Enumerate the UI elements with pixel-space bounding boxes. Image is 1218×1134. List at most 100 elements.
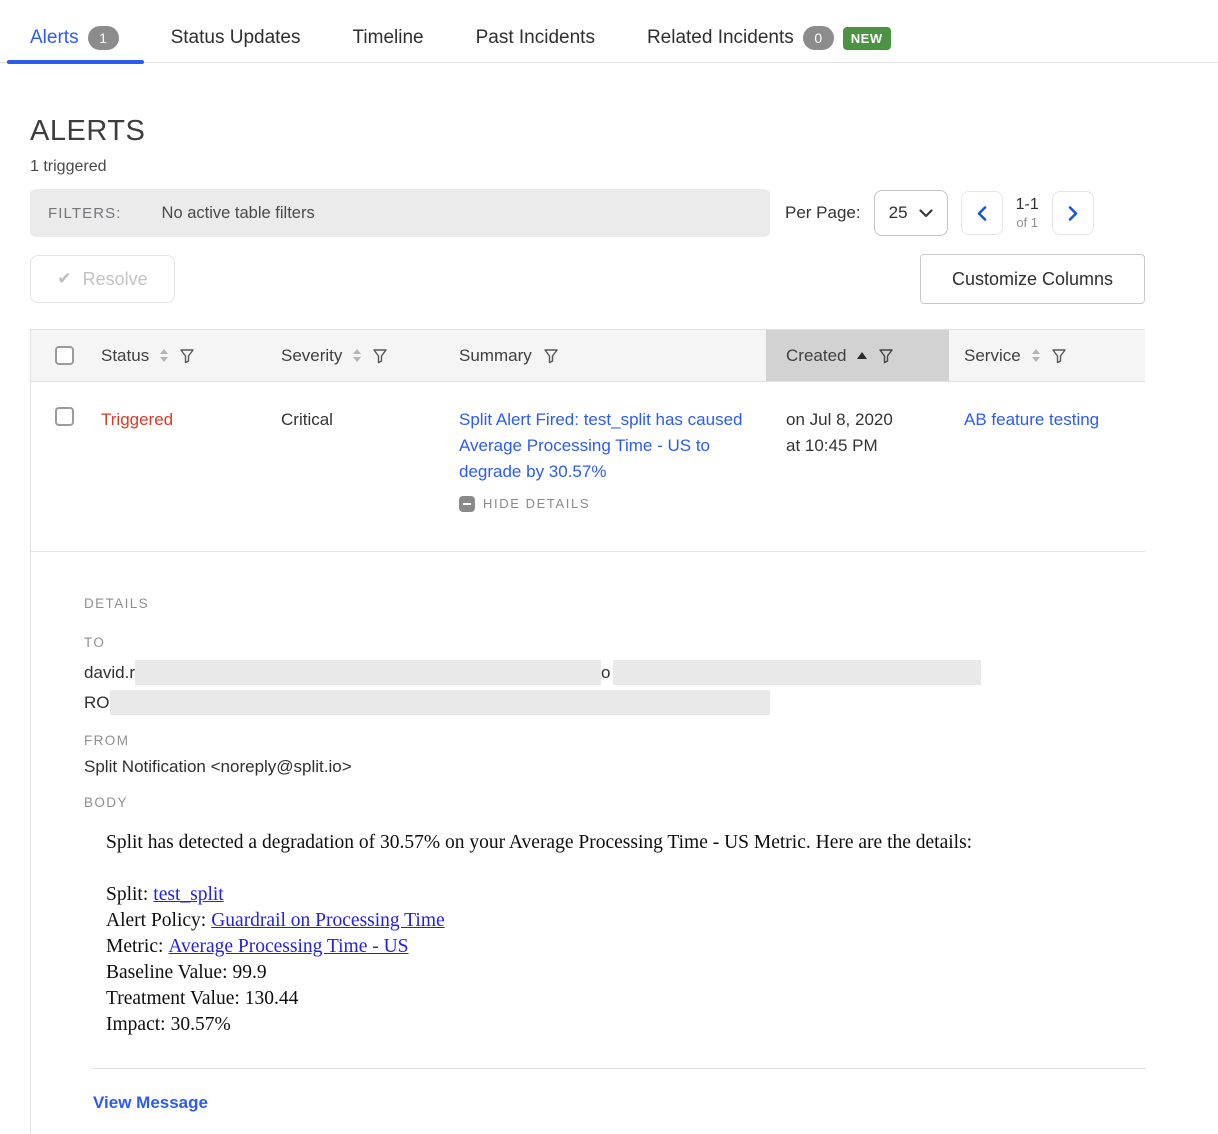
created-value: on Jul 8, 2020 at 10:45 PM	[766, 407, 949, 517]
alert-table-row: Triggered Critical Split Alert Fired: te…	[31, 382, 1145, 552]
summary-column-label: Summary	[459, 346, 532, 366]
checkmark-icon: ✔	[57, 269, 71, 289]
chevron-down-icon	[919, 209, 933, 218]
email-body: Split has detected a degradation of 30.5…	[84, 832, 1145, 1038]
per-page-value: 25	[889, 203, 908, 223]
created-time: at 10:45 PM	[786, 433, 949, 459]
tab-status-updates[interactable]: Status Updates	[171, 27, 301, 49]
sort-icon	[1032, 349, 1040, 362]
body-field-metric: Metric:Average Processing Time - US	[106, 934, 1145, 960]
hide-details-toggle[interactable]: HIDE DETAILS	[459, 491, 746, 517]
pagination: Per Page: 25 1-1 of 1	[785, 190, 1094, 236]
tab-timeline[interactable]: Timeline	[353, 27, 424, 49]
status-column-label: Status	[101, 346, 149, 366]
filters-label: FILTERS:	[48, 205, 122, 222]
redaction-block	[110, 690, 770, 715]
filter-funnel-icon[interactable]	[878, 348, 894, 364]
hide-details-label: HIDE DETAILS	[483, 491, 590, 517]
resolve-button[interactable]: ✔ Resolve	[30, 255, 175, 303]
column-header-summary[interactable]: Summary	[459, 330, 766, 381]
severity-column-label: Severity	[281, 346, 342, 366]
baseline-value: 99.9	[233, 962, 267, 983]
metric-link[interactable]: Average Processing Time - US	[168, 936, 408, 957]
tab-past-incidents[interactable]: Past Incidents	[476, 27, 595, 49]
details-section-label: DETAILS	[84, 596, 1145, 611]
column-header-severity[interactable]: Severity	[281, 330, 459, 381]
from-label: FROM	[84, 733, 1145, 748]
collapse-minus-icon	[459, 496, 475, 512]
split-link[interactable]: test_split	[153, 884, 223, 905]
chevron-right-icon	[1068, 206, 1078, 221]
alerts-table: Status Severity Summary Creat	[30, 329, 1145, 1134]
tab-bar: Alerts 1 Status Updates Timeline Past In…	[0, 0, 1218, 63]
redaction-block	[135, 660, 601, 685]
new-feature-badge: NEW	[843, 27, 891, 50]
filter-funnel-icon[interactable]	[179, 348, 195, 364]
to-recipient-text: david.r	[84, 663, 135, 683]
sort-icon	[353, 349, 361, 362]
per-page-select[interactable]: 25	[874, 190, 948, 236]
page-range-value: 1-1	[1016, 195, 1039, 215]
body-field-alert-policy: Alert Policy:Guardrail on Processing Tim…	[106, 908, 1145, 934]
tab-timeline-label: Timeline	[353, 27, 424, 49]
filter-funnel-icon[interactable]	[372, 348, 388, 364]
active-tab-underline	[7, 60, 144, 64]
severity-value: Critical	[281, 407, 459, 517]
email-body-intro: Split has detected a degradation of 30.5…	[106, 832, 1145, 854]
alert-policy-link[interactable]: Guardrail on Processing Time	[211, 910, 444, 931]
field-label: Split:	[106, 884, 148, 905]
filters-status: No active table filters	[162, 204, 315, 223]
page-range: 1-1 of 1	[1016, 195, 1039, 231]
field-label: Alert Policy:	[106, 910, 206, 931]
customize-columns-button[interactable]: Customize Columns	[920, 254, 1145, 304]
customize-columns-label: Customize Columns	[952, 269, 1113, 290]
filters-bar[interactable]: FILTERS: No active table filters	[30, 189, 770, 237]
body-field-impact: Impact:30.57%	[106, 1012, 1145, 1038]
body-field-treatment: Treatment Value:130.44	[106, 986, 1145, 1012]
prev-page-button[interactable]	[961, 191, 1003, 235]
service-link[interactable]: AB feature testing	[964, 410, 1099, 429]
tab-related-incidents[interactable]: Related Incidents 0 NEW	[647, 26, 891, 50]
created-date: on Jul 8, 2020	[786, 407, 949, 433]
body-field-split: Split:test_split	[106, 882, 1145, 908]
select-all-checkbox[interactable]	[55, 346, 74, 365]
field-label: Metric:	[106, 936, 163, 957]
field-label: Baseline Value:	[106, 962, 228, 983]
created-column-label: Created	[786, 346, 846, 366]
view-message-link[interactable]: View Message	[93, 1093, 208, 1113]
tab-alerts[interactable]: Alerts 1	[30, 26, 119, 50]
triggered-count: 1 triggered	[30, 158, 1218, 176]
page-range-total: of 1	[1016, 215, 1039, 231]
actions-row: ✔ Resolve Customize Columns	[30, 254, 1145, 304]
header-checkbox-cell	[31, 346, 101, 365]
service-cell: AB feature testing	[949, 407, 1146, 517]
column-header-service[interactable]: Service	[949, 330, 1146, 381]
to-label: TO	[84, 635, 1145, 650]
column-header-created[interactable]: Created	[766, 330, 949, 381]
body-label: BODY	[84, 795, 1145, 810]
row-checkbox[interactable]	[55, 407, 74, 426]
service-column-label: Service	[964, 346, 1021, 366]
resolve-button-label: Resolve	[83, 269, 148, 290]
sort-ascending-icon	[857, 352, 867, 359]
treatment-value: 130.44	[245, 988, 299, 1009]
controls-row: FILTERS: No active table filters Per Pag…	[30, 189, 1218, 237]
filter-funnel-icon[interactable]	[1051, 348, 1067, 364]
column-header-status[interactable]: Status	[101, 330, 281, 381]
to-recipient-text: o	[601, 663, 610, 683]
sort-icon	[160, 349, 168, 362]
next-page-button[interactable]	[1052, 191, 1094, 235]
alert-summary-link[interactable]: Split Alert Fired: test_split has caused…	[459, 410, 742, 481]
to-recipients-line1: david.r o	[84, 660, 1145, 685]
alert-details-panel: DETAILS TO david.r o RO FROM Split Notif…	[31, 552, 1145, 1134]
to-recipient-text: RO	[84, 693, 110, 713]
related-incidents-count-badge: 0	[803, 26, 834, 50]
redaction-block	[613, 660, 981, 685]
status-value: Triggered	[101, 407, 281, 517]
row-checkbox-cell	[31, 407, 101, 517]
alerts-count-badge: 1	[88, 26, 119, 50]
filter-funnel-icon[interactable]	[543, 348, 559, 364]
chevron-left-icon	[977, 206, 987, 221]
from-value: Split Notification <noreply@split.io>	[84, 757, 1145, 777]
field-label: Impact:	[106, 1014, 166, 1035]
